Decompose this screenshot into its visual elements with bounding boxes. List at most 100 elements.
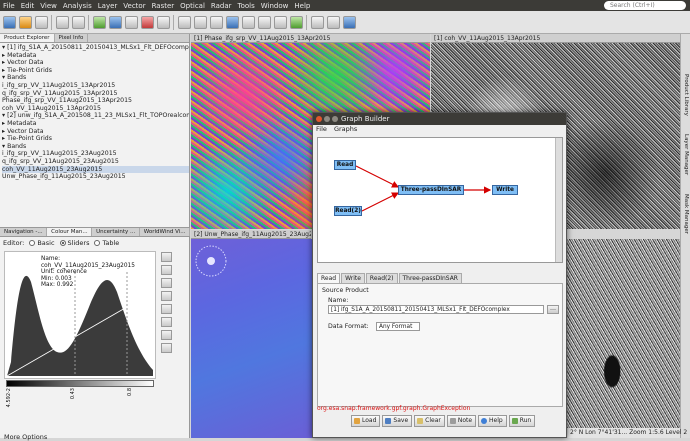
tab-layer-manager[interactable]: Layer Manager bbox=[683, 134, 689, 175]
menu-graphs[interactable]: Graphs bbox=[334, 125, 357, 133]
colour-gradient-bar[interactable] bbox=[6, 380, 154, 387]
tree-product-2[interactable]: ▾ [2] unw_ifg_S1A_A_201508_11_23_MLSx1_F… bbox=[2, 112, 189, 120]
browse-button[interactable]: … bbox=[547, 305, 559, 314]
node-three-pass-dinsar[interactable]: Three-passDInSAR bbox=[398, 185, 464, 195]
tab-uncertainty[interactable]: Uncertainty ... bbox=[92, 228, 140, 236]
zoom-tool-icon[interactable] bbox=[210, 15, 223, 29]
graph-canvas[interactable]: Read Read(2) Three-passDInSAR Write bbox=[317, 137, 563, 263]
select-tool-icon[interactable] bbox=[178, 15, 191, 29]
maximize-icon[interactable] bbox=[332, 116, 338, 122]
tab-read[interactable]: Read bbox=[317, 273, 341, 283]
reset-icon[interactable] bbox=[161, 252, 172, 262]
world-map-icon[interactable] bbox=[343, 15, 356, 29]
sync-views-icon[interactable] bbox=[311, 15, 324, 29]
info-icon[interactable] bbox=[161, 330, 172, 340]
help-icon[interactable] bbox=[161, 343, 172, 353]
batch-processing-icon[interactable] bbox=[125, 15, 138, 29]
percentile-icon[interactable] bbox=[161, 291, 172, 301]
tree-band[interactable]: q_ifg_srp_VV_11Aug2015_13Apr2015 bbox=[2, 90, 189, 98]
tab-navigation[interactable]: Navigation -... bbox=[0, 228, 48, 236]
tree-item[interactable]: ▾ Bands bbox=[2, 143, 189, 151]
more-options-toggle[interactable]: More Options bbox=[4, 433, 47, 441]
gcp-icon[interactable] bbox=[141, 15, 154, 29]
minimize-icon[interactable] bbox=[324, 116, 330, 122]
tree-band[interactable]: Unw_Phase_ifg_11Aug2015_23Aug2015 bbox=[2, 173, 189, 181]
new-product-icon[interactable] bbox=[3, 15, 16, 29]
node-read[interactable]: Read bbox=[334, 160, 356, 170]
tree-item[interactable]: ▸ Vector Data bbox=[2, 59, 189, 67]
draw-polygon-icon[interactable] bbox=[274, 15, 287, 29]
menu-layer[interactable]: Layer bbox=[98, 2, 118, 10]
sync-cursor-icon[interactable] bbox=[327, 15, 340, 29]
menu-analysis[interactable]: Analysis bbox=[63, 2, 92, 10]
zoom-out-icon[interactable] bbox=[161, 317, 172, 327]
import-icon[interactable] bbox=[161, 265, 172, 275]
graph-builder-icon[interactable] bbox=[109, 15, 122, 29]
tree-item[interactable]: ▸ Tie-Point Grids bbox=[2, 67, 189, 75]
tab-three-pass-dinsar[interactable]: Three-passDInSAR bbox=[398, 273, 462, 283]
pin-icon[interactable] bbox=[157, 15, 170, 29]
tab-pixel-info[interactable]: Pixel Info bbox=[55, 34, 89, 42]
node-read-2[interactable]: Read(2) bbox=[334, 206, 362, 216]
basic-radio[interactable] bbox=[29, 240, 36, 246]
zoom-in-icon[interactable] bbox=[161, 304, 172, 314]
canvas-scrollbar[interactable] bbox=[555, 138, 562, 262]
navigation-compass-icon[interactable] bbox=[194, 244, 228, 278]
tab-mask-manager[interactable]: Mask Manager bbox=[683, 194, 689, 234]
clear-button[interactable]: Clear bbox=[414, 415, 445, 427]
view-tab-unwrapped[interactable]: [2] Unw_Phase_ifg_11Aug2015_23Aug2015 bbox=[191, 230, 311, 239]
pan-tool-icon[interactable] bbox=[194, 15, 207, 29]
view-tab-coherence[interactable]: [1] coh_VV_11Aug2015_13Apr2015 bbox=[431, 34, 680, 43]
tree-product-1[interactable]: ▾ [1] ifg_S1A_A_20150811_20150413_MLSx1_… bbox=[2, 44, 189, 52]
close-icon[interactable] bbox=[316, 116, 322, 122]
menu-tools[interactable]: Tools bbox=[238, 2, 255, 10]
menu-window[interactable]: Window bbox=[261, 2, 289, 10]
menu-file[interactable]: File bbox=[316, 125, 327, 133]
save-button[interactable]: Save bbox=[382, 415, 413, 427]
tree-item[interactable]: ▸ Metadata bbox=[2, 120, 189, 128]
tree-item[interactable]: ▸ Vector Data bbox=[2, 128, 189, 136]
unwrapped-phase-view[interactable] bbox=[191, 239, 312, 438]
menu-vector[interactable]: Vector bbox=[123, 2, 145, 10]
menu-view[interactable]: View bbox=[40, 2, 57, 10]
tab-worldwind[interactable]: WorldWind Vi... bbox=[140, 228, 190, 236]
tab-read-2[interactable]: Read(2) bbox=[365, 273, 398, 283]
note-button[interactable]: Note bbox=[446, 415, 477, 427]
tree-item[interactable]: ▾ Bands bbox=[2, 74, 189, 82]
save-product-icon[interactable] bbox=[35, 15, 48, 29]
tree-band[interactable]: q_ifg_srp_VV_11Aug2015_23Aug2015 bbox=[2, 158, 189, 166]
node-write[interactable]: Write bbox=[492, 185, 518, 195]
menu-edit[interactable]: Edit bbox=[21, 2, 35, 10]
menu-optical[interactable]: Optical bbox=[180, 2, 205, 10]
menu-radar[interactable]: Radar bbox=[211, 2, 232, 10]
open-product-icon[interactable] bbox=[19, 15, 32, 29]
table-radio[interactable] bbox=[94, 240, 101, 246]
menu-raster[interactable]: Raster bbox=[152, 2, 175, 10]
export-icon[interactable] bbox=[161, 278, 172, 288]
menu-help[interactable]: Help bbox=[294, 2, 310, 10]
tab-product-explorer[interactable]: Product Explorer bbox=[0, 34, 55, 42]
histogram-panel[interactable]: Name: coh_VV_11Aug2015_23Aug2015 Unit: c… bbox=[4, 251, 156, 379]
range-finder-icon[interactable] bbox=[226, 15, 239, 29]
tree-band[interactable]: coh_VV_11Aug2015_13Apr2015 bbox=[2, 105, 189, 113]
search-input[interactable]: Search (Ctrl+I) bbox=[604, 1, 686, 10]
run-button[interactable]: Run bbox=[508, 415, 536, 427]
redo-icon[interactable] bbox=[72, 15, 85, 29]
tree-band-selected[interactable]: coh_VV_11Aug2015_23Aug2015 bbox=[2, 165, 189, 174]
sliders-radio[interactable] bbox=[59, 240, 66, 246]
tree-band[interactable]: i_ifg_srp_VV_11Aug2015_23Aug2015 bbox=[2, 150, 189, 158]
tree-item[interactable]: ▸ Tie-Point Grids bbox=[2, 135, 189, 143]
draw-rectangle-icon[interactable] bbox=[258, 15, 271, 29]
map-image-view[interactable] bbox=[567, 239, 680, 428]
tab-colour-manipulation[interactable]: Colour Man... bbox=[47, 228, 93, 236]
magic-wand-icon[interactable] bbox=[290, 15, 303, 29]
source-product-select[interactable]: [1] ifg_S1A_A_20150811_20150413_MLSx1_Fl… bbox=[328, 305, 544, 314]
undo-icon[interactable] bbox=[56, 15, 69, 29]
tab-product-library[interactable]: Product Library bbox=[683, 74, 689, 116]
tree-band[interactable]: Phase_ifg_srp_VV_11Aug2015_13Apr2015 bbox=[2, 97, 189, 105]
data-format-select[interactable]: Any Format bbox=[376, 322, 420, 331]
help-button[interactable]: Help bbox=[478, 415, 507, 427]
band-maths-icon[interactable] bbox=[93, 15, 106, 29]
tree-band[interactable]: i_ifg_srp_VV_11Aug2015_13Apr2015 bbox=[2, 82, 189, 90]
menu-file[interactable]: File bbox=[3, 2, 15, 10]
